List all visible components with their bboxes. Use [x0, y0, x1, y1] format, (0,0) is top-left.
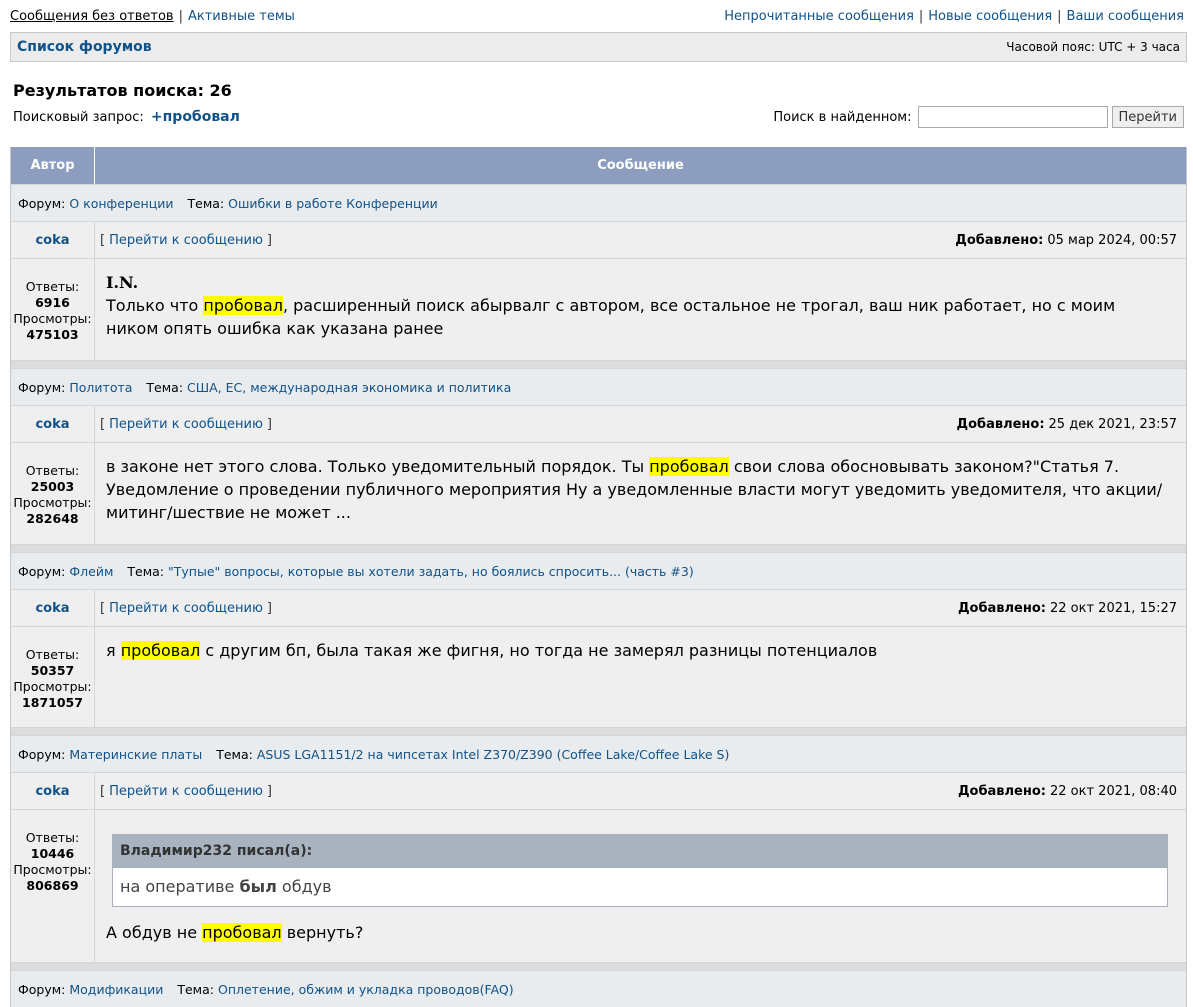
top-nav-left: Сообщения без ответов | Активные темы — [10, 8, 295, 24]
query-term-link[interactable]: +пробовал — [151, 109, 240, 125]
forum-link[interactable]: Материнские платы — [69, 747, 202, 762]
author-link[interactable]: coka — [11, 222, 95, 258]
topic-stats: Ответы: 6916 Просмотры: 475103 — [11, 259, 95, 360]
post-text: I.N. Только что пробовал, расширенный по… — [95, 259, 1186, 360]
post-date: Добавлено: 05 мар 2024, 00:57 — [955, 232, 1177, 248]
topic-link[interactable]: "Тупые" вопросы, которые вы хотели задат… — [168, 564, 694, 579]
quote-text: на оперативе был обдув — [113, 868, 1167, 906]
topic-stats: Ответы: 25003 Просмотры: 282648 — [11, 443, 95, 544]
post-body: Ответы: 25003 Просмотры: 282648 в законе н… — [11, 442, 1186, 544]
author-column-header: Автор — [11, 147, 95, 184]
post-date: Добавлено: 22 окт 2021, 15:27 — [957, 600, 1177, 616]
search-within-input[interactable] — [917, 106, 1108, 128]
post-header: coka [Перейти к сообщению] Добавлено: 25 … — [11, 405, 1186, 442]
post-header: coka [Перейти к сообщению] Добавлено: 22 … — [11, 772, 1186, 809]
jump-to-post-link[interactable]: Перейти к сообщению — [109, 417, 263, 432]
author-link[interactable]: coka — [11, 406, 95, 442]
search-within-form: Поиск в найденном: Перейти — [773, 106, 1184, 128]
forum-link[interactable]: Флейм — [69, 564, 113, 579]
quote-author: Владимир232 писал(а): — [113, 835, 1167, 868]
author-link[interactable]: coka — [11, 590, 95, 626]
table-header: Автор Сообщение — [11, 147, 1186, 184]
results-count: Результатов поиска: 26 — [13, 81, 232, 100]
post-header: coka [Перейти к сообщению] Добавлено: 05 … — [11, 221, 1186, 258]
post-body: Ответы: 10446 Просмотры: 806869 Владимир23… — [11, 809, 1186, 962]
post-title: I.N. — [106, 273, 139, 292]
author-link[interactable]: coka — [11, 773, 95, 809]
forum-link[interactable]: О конференции — [69, 196, 173, 211]
post-date: Добавлено: 25 дек 2021, 23:57 — [956, 416, 1177, 432]
forum-link[interactable]: Модификации — [69, 982, 163, 997]
search-results-table: Автор Сообщение Форум: О конференции Тема… — [10, 147, 1187, 1007]
topic-stats: Ответы: 50357 Просмотры: 1871057 — [11, 627, 95, 727]
query-label: Поисковый запрос: — [13, 110, 144, 125]
highlighted-term: пробовал — [120, 641, 201, 660]
post-body: Ответы: 50357 Просмотры: 1871057 я пробова… — [11, 626, 1186, 727]
timezone-label: Часовой пояс: UTC + 3 часа — [1006, 40, 1180, 54]
active-topics-link[interactable]: Активные темы — [188, 9, 295, 24]
post-forum-row: Форум: О конференции Тема: Ошибки в работ… — [11, 184, 1186, 221]
post-text: Владимир232 писал(а): на оперативе был о… — [95, 810, 1186, 962]
post-forum-row: Форум: Модификации Тема: Оплетение, обжим… — [11, 970, 1186, 1007]
search-within-label: Поиск в найденном: — [773, 109, 912, 125]
topic-link[interactable]: ASUS LGA1151/2 на чипсетах Intel Z370/Z3… — [257, 747, 730, 762]
highlighted-term: пробовал — [649, 457, 729, 476]
go-button[interactable]: Перейти — [1111, 106, 1184, 128]
forum-link[interactable]: Политота — [69, 380, 132, 395]
post-text: в законе нет этого слова. Только уведоми… — [106, 457, 1163, 522]
jump-to-post-link[interactable]: Перейти к сообщению — [109, 784, 263, 799]
post-forum-row: Форум: Материнские платы Тема: ASUS LGA11… — [11, 735, 1186, 772]
topic-stats: Ответы: 10446 Просмотры: 806869 — [11, 810, 95, 962]
top-nav-right: Непрочитанные сообщения | Новые сообщения |… — [724, 8, 1184, 24]
your-posts-link[interactable]: Ваши сообщения — [1067, 9, 1184, 24]
search-query: Поисковый запрос: +пробовал — [13, 109, 240, 125]
message-column-header: Сообщение — [597, 158, 684, 173]
post-body: Ответы: 6916 Просмотры: 475103 I.N. Только… — [11, 258, 1186, 360]
post-forum-row: Форум: Политота Тема: США, ЕС, международ… — [11, 368, 1186, 405]
new-posts-link[interactable]: Новые сообщения — [928, 9, 1052, 24]
jump-to-post-link[interactable]: Перейти к сообщению — [109, 601, 263, 616]
post-date: Добавлено: 22 окт 2021, 08:40 — [957, 783, 1177, 799]
quote-block: Владимир232 писал(а): на оперативе был о… — [112, 834, 1168, 907]
post-header: coka [Перейти к сообщению] Добавлено: 22 … — [11, 589, 1186, 626]
jump-to-post-link[interactable]: Перейти к сообщению — [109, 233, 263, 248]
highlighted-term: пробовал — [202, 923, 282, 942]
post-text: я пробовал с другим бп, была такая же фи… — [106, 641, 878, 660]
unanswered-posts-link[interactable]: Сообщения без ответов — [10, 9, 174, 24]
forum-index-link[interactable]: Список форумов — [17, 39, 152, 55]
top-navigation: Сообщения без ответов | Активные темы Непр… — [10, 6, 1184, 26]
topic-link[interactable]: Ошибки в работе Конференции — [228, 196, 438, 211]
topic-link[interactable]: США, ЕС, международная экономика и полит… — [187, 380, 511, 395]
post-forum-row: Форум: Флейм Тема: "Тупые" вопросы, котор… — [11, 552, 1186, 589]
highlighted-term: пробовал — [203, 296, 283, 315]
topic-link[interactable]: Оплетение, обжим и укладка проводов(FAQ) — [218, 982, 514, 997]
unread-posts-link[interactable]: Непрочитанные сообщения — [724, 9, 914, 24]
breadcrumb-bar: Список форумов Часовой пояс: UTC + 3 час… — [10, 32, 1187, 62]
